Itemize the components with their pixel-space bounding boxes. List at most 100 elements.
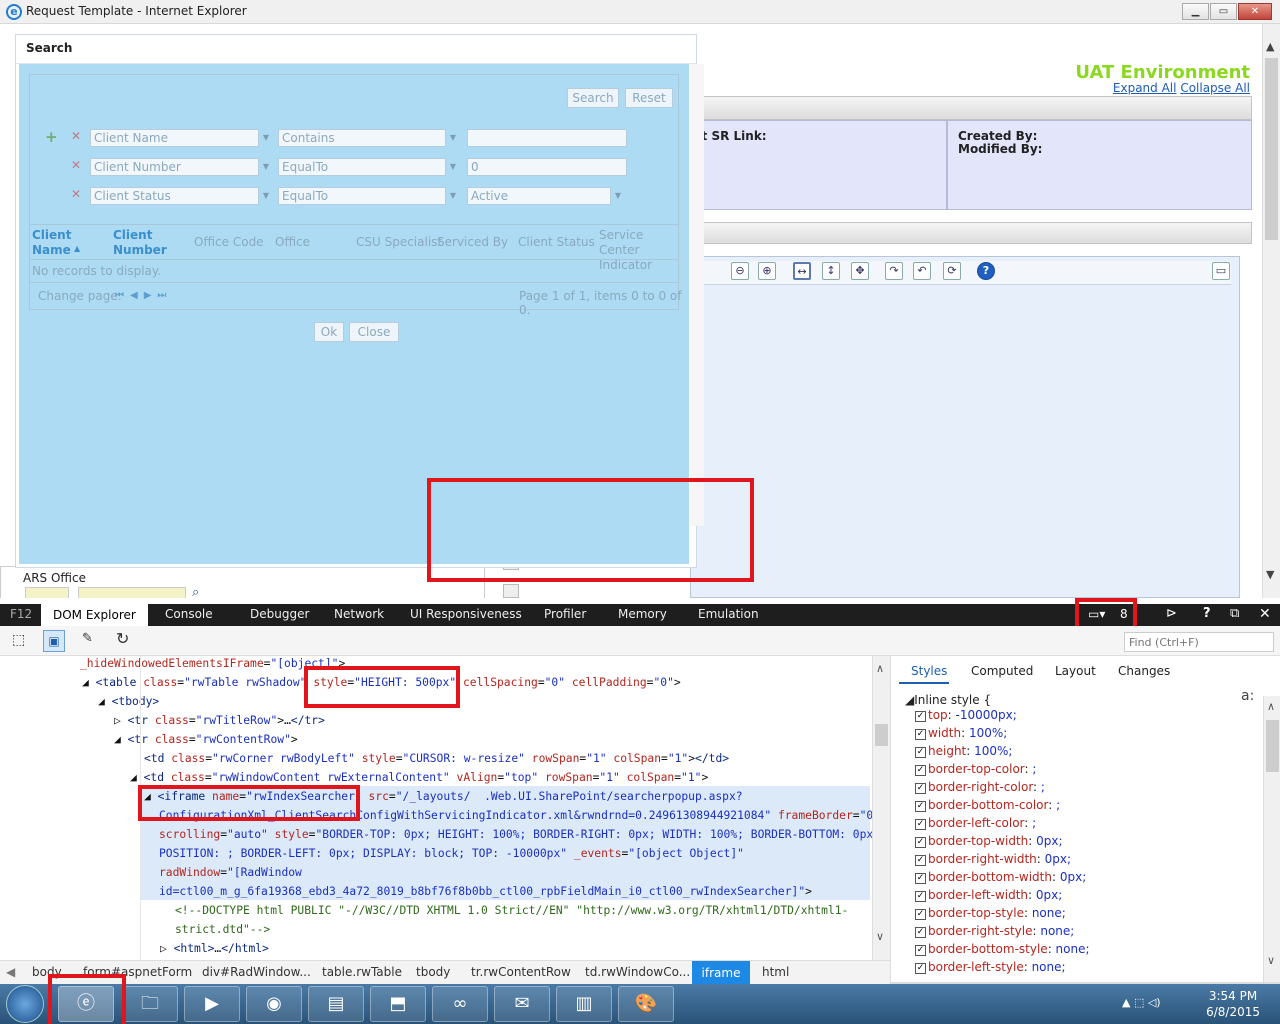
column-header[interactable]: Client Name — [32, 228, 104, 258]
close-button[interactable]: Close — [349, 322, 399, 342]
dom-line[interactable]: scrolling="auto" style="BORDER-TOP: 0px;… — [159, 825, 872, 844]
fit-page-icon[interactable]: ✥ — [851, 262, 869, 280]
dom-line[interactable]: ◢ <tbody> — [98, 692, 159, 711]
dom-line[interactable]: POSITION: ; BORDER-LEFT: 0px; DISPLAY: b… — [159, 844, 744, 863]
chevron-down-icon[interactable]: ▼ — [259, 187, 273, 205]
style-value[interactable]: none; — [1040, 924, 1074, 938]
style-property[interactable]: border-left-width — [928, 888, 1028, 902]
dom-line[interactable]: ▷ <tr class="rwTitleRow">…</tr> — [114, 711, 325, 730]
media-player-icon[interactable]: ▶ — [184, 986, 240, 1022]
tab-network[interactable]: Network — [334, 607, 384, 621]
style-property[interactable]: border-right-width — [928, 852, 1037, 866]
rotate-icon[interactable]: ⟳ — [943, 262, 961, 280]
filter-operator-select[interactable]: EqualTo — [278, 187, 446, 205]
tray-icons[interactable]: ▲ ⬚ ◁) — [1122, 996, 1161, 1009]
column-header[interactable]: Client Number — [113, 228, 185, 258]
network-tool-icon[interactable]: ⬒ — [370, 986, 426, 1022]
highlight-element-icon[interactable]: ▣ — [43, 630, 65, 652]
style-value[interactable]: 100%; — [969, 726, 1007, 740]
pager-icons[interactable]: ⏮◀▶⏭ — [115, 290, 172, 301]
style-enabled-checkbox[interactable]: ✓ — [915, 783, 926, 794]
breadcrumb-item[interactable]: tr.rwContentRow — [471, 965, 571, 979]
style-declaration[interactable]: top: -10000px; — [928, 708, 1017, 722]
ars-office-name-input[interactable] — [78, 587, 186, 598]
breadcrumb-item-active[interactable]: iframe — [692, 961, 750, 985]
scroll-down-icon[interactable]: ∨ — [1267, 954, 1275, 967]
rotate-right-icon[interactable]: ↷ — [885, 262, 903, 280]
style-value[interactable]: none; — [1056, 942, 1090, 956]
font-size-icon[interactable]: a: — [1241, 688, 1254, 704]
close-devtools-icon[interactable]: ✕ — [1259, 606, 1271, 622]
tab-layout[interactable]: Layout — [1055, 664, 1096, 678]
remove-filter-icon[interactable]: ✕ — [71, 129, 81, 143]
dom-line[interactable]: <!--DOCTYPE html PUBLIC "-//W3C//DTD XHT… — [175, 901, 848, 920]
outlook-icon[interactable]: ✉ — [494, 986, 550, 1022]
tab-styles[interactable]: Styles — [911, 664, 947, 678]
style-declaration[interactable]: border-top-width: 0px; — [928, 834, 1063, 848]
style-value[interactable]: 0px; — [1036, 834, 1062, 848]
dom-line[interactable]: ◢ <tr class="rwContentRow"> — [114, 730, 298, 749]
column-header[interactable]: Office — [275, 235, 310, 249]
tab-dom-explorer[interactable]: DOM Explorer — [41, 604, 148, 626]
style-enabled-checkbox[interactable]: ✓ — [915, 765, 926, 776]
style-property[interactable]: border-left-color — [928, 816, 1024, 830]
style-declaration[interactable]: border-top-style: none; — [928, 906, 1066, 920]
breadcrumb-item[interactable]: div#RadWindow... — [202, 965, 311, 979]
filter-operator-select[interactable]: Contains — [278, 129, 446, 147]
style-declaration[interactable]: width: 100%; — [928, 726, 1007, 740]
filter-value-input[interactable] — [467, 129, 627, 147]
style-declaration[interactable]: border-right-style: none; — [928, 924, 1074, 938]
minimize-button[interactable]: ▁ — [1182, 3, 1209, 20]
tab-ui-responsiveness[interactable]: UI Responsiveness — [410, 607, 522, 621]
style-enabled-checkbox[interactable]: ✓ — [915, 945, 926, 956]
find-input[interactable] — [1124, 632, 1274, 652]
dom-line[interactable]: <td class="rwCorner rwBodyLeft" style="C… — [144, 749, 729, 768]
style-property[interactable]: border-top-style — [928, 906, 1024, 920]
style-value[interactable]: ; — [1056, 798, 1060, 812]
chevron-down-icon[interactable]: ▼ — [259, 158, 273, 176]
zoom-out-icon[interactable]: ⊖ — [731, 262, 749, 280]
lookup-search-icon[interactable]: ⌕ — [192, 585, 199, 598]
tab-console[interactable]: Console — [165, 607, 213, 621]
remove-filter-icon[interactable]: ✕ — [71, 187, 81, 201]
style-declaration[interactable]: border-bottom-color: ; — [928, 798, 1060, 812]
ars-office-input[interactable] — [25, 587, 69, 598]
sort-asc-icon[interactable]: ▲ — [74, 244, 80, 253]
chevron-down-icon[interactable]: ▼ — [611, 187, 625, 205]
style-property[interactable]: border-right-color — [928, 780, 1033, 794]
help-icon[interactable]: ? — [977, 262, 995, 280]
search-button[interactable]: Search — [567, 88, 619, 108]
style-declaration[interactable]: border-left-style: none; — [928, 960, 1066, 974]
style-enabled-checkbox[interactable]: ✓ — [915, 819, 926, 830]
breadcrumb-item[interactable]: html — [762, 965, 789, 979]
paint-icon[interactable]: 🎨 — [618, 986, 674, 1022]
ok-button[interactable]: Ok — [314, 322, 344, 342]
style-enabled-checkbox[interactable]: ✓ — [915, 855, 926, 866]
scroll-thumb[interactable] — [875, 724, 888, 746]
style-declaration[interactable]: height: 100%; — [928, 744, 1012, 758]
scroll-thumb[interactable] — [1266, 720, 1279, 772]
style-enabled-checkbox[interactable]: ✓ — [915, 927, 926, 938]
style-enabled-checkbox[interactable]: ✓ — [915, 873, 926, 884]
chevron-down-icon[interactable]: ▼ — [259, 129, 273, 147]
style-value[interactable]: none; — [1032, 960, 1066, 974]
style-declaration[interactable]: border-bottom-width: 0px; — [928, 870, 1086, 884]
column-header[interactable]: CSU Specialist — [356, 235, 442, 249]
rotate-left-icon[interactable]: ↶ — [913, 262, 931, 280]
style-property[interactable]: border-top-width — [928, 834, 1028, 848]
style-property[interactable]: border-left-style — [928, 960, 1024, 974]
style-enabled-checkbox[interactable]: ✓ — [915, 837, 926, 848]
styles-scrollbar[interactable]: ∧ ∨ — [1263, 696, 1280, 982]
expand-all-link[interactable]: Expand All — [1113, 81, 1177, 95]
filter-value-input[interactable]: 0 — [467, 158, 627, 176]
chevron-down-icon[interactable]: ▼ — [446, 129, 460, 147]
style-value[interactable]: none; — [1032, 906, 1066, 920]
dom-scrollbar[interactable]: ∧ ∨ — [872, 656, 890, 960]
scroll-up-icon[interactable]: ∧ — [1267, 700, 1275, 713]
filter-field-select[interactable]: Client Name — [90, 129, 259, 147]
small-button-2[interactable] — [503, 584, 519, 598]
fit-height-icon[interactable]: ↕ — [822, 262, 840, 280]
style-value[interactable]: 0px; — [1045, 852, 1071, 866]
style-value[interactable]: ; — [1032, 816, 1036, 830]
sticky-notes-icon[interactable]: ▤ — [308, 986, 364, 1022]
